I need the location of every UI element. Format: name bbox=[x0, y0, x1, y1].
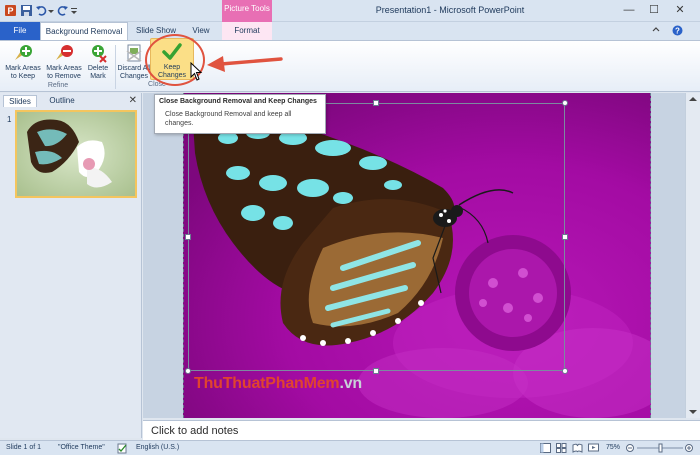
mark-areas-to-remove-button[interactable]: Mark Areas to Remove bbox=[44, 43, 84, 81]
help-icon[interactable]: ? bbox=[672, 25, 683, 36]
tab-file[interactable]: File bbox=[0, 22, 40, 40]
butterfly-picture[interactable] bbox=[183, 93, 651, 418]
ribbon-tab-row: File Background Removal Slide Show View … bbox=[0, 22, 700, 40]
watermark-part1: ThuThuat bbox=[194, 375, 266, 392]
resize-handle-top-center[interactable] bbox=[373, 100, 379, 106]
vertical-scrollbar[interactable] bbox=[685, 93, 700, 418]
delete-mark-icon bbox=[92, 45, 107, 63]
mark-keep-icon bbox=[15, 45, 32, 60]
mark-keep-label: Mark Areas to Keep bbox=[5, 65, 41, 80]
title-bar: P Picture Tools Presentation1 - Microsof… bbox=[0, 0, 700, 22]
status-bar: Slide 1 of 1 "Office Theme" English (U.S… bbox=[0, 440, 700, 455]
discard-changes-icon bbox=[126, 44, 142, 62]
tab-background-removal[interactable]: Background Removal bbox=[40, 22, 128, 40]
resize-handle-middle-right[interactable] bbox=[562, 234, 568, 240]
refine-group-label: Refine bbox=[47, 82, 69, 89]
tab-format[interactable]: Format bbox=[222, 22, 272, 40]
keep-changes-label: Keep Changes bbox=[157, 64, 187, 79]
keep-changes-button[interactable]: Keep Changes bbox=[152, 42, 192, 80]
tooltip-description: Close Background Removal and keep all ch… bbox=[165, 111, 292, 127]
resize-handle-bottom-left[interactable] bbox=[185, 368, 191, 374]
tooltip-title: Close Background Removal and Keep Change… bbox=[159, 98, 317, 105]
slide-edge-left bbox=[183, 93, 184, 418]
annotation-arrow-icon bbox=[207, 56, 283, 72]
resize-handle-bottom-right[interactable] bbox=[562, 368, 568, 374]
mark-remove-label: Mark Areas to Remove bbox=[46, 65, 82, 80]
group-separator bbox=[115, 45, 116, 89]
tab-outline[interactable]: Outline bbox=[42, 95, 82, 107]
minimize-ribbon-icon[interactable] bbox=[651, 25, 661, 35]
spell-check-icon[interactable] bbox=[117, 443, 128, 454]
resize-handle-bottom-center[interactable] bbox=[373, 368, 379, 374]
close-pane-button[interactable]: ✕ bbox=[129, 95, 137, 106]
ribbon: Mark Areas to Keep Mark Areas to Remove … bbox=[0, 40, 700, 92]
delete-mark-label: Delete Mark bbox=[87, 65, 109, 80]
delete-mark-button[interactable]: Delete Mark bbox=[85, 43, 111, 81]
language[interactable]: English (U.S.) bbox=[136, 444, 179, 451]
mark-remove-icon bbox=[56, 45, 73, 60]
watermark-part3: .vn bbox=[339, 375, 362, 392]
tab-slides[interactable]: Slides bbox=[3, 95, 37, 107]
keep-changes-tooltip: Close Background Removal and Keep Change… bbox=[154, 94, 326, 134]
svg-text:?: ? bbox=[675, 27, 680, 36]
checkmark-icon bbox=[162, 43, 182, 60]
maximize-button[interactable]: ☐ bbox=[646, 3, 662, 17]
slide-edge-right bbox=[650, 93, 651, 418]
zoom-level[interactable]: 75% bbox=[606, 444, 620, 451]
window-title: Presentation1 - Microsoft PowerPoint bbox=[375, 5, 525, 15]
slideshow-view-icon[interactable] bbox=[588, 443, 599, 453]
scroll-up-icon[interactable] bbox=[689, 95, 697, 103]
close-window-button[interactable]: ✕ bbox=[672, 3, 688, 17]
reading-view-icon[interactable] bbox=[572, 443, 583, 453]
slide-canvas[interactable] bbox=[183, 93, 651, 418]
slide-sorter-icon[interactable] bbox=[556, 443, 567, 453]
scroll-down-icon[interactable] bbox=[689, 408, 697, 416]
resize-handle-top-right[interactable] bbox=[562, 100, 568, 106]
normal-view-icon[interactable] bbox=[540, 443, 551, 453]
butterfly-thumbnail-image bbox=[17, 112, 135, 196]
slide-count: Slide 1 of 1 bbox=[6, 444, 42, 451]
watermark: ThuThuatPhanMem.vn bbox=[194, 375, 362, 393]
slides-pane: Slides Outline ✕ 1 bbox=[0, 93, 142, 438]
mouse-cursor-icon bbox=[190, 62, 203, 81]
slide-number: 1 bbox=[7, 115, 12, 124]
notes-pane[interactable]: Click to add notes bbox=[143, 420, 700, 440]
slide-thumbnail[interactable] bbox=[15, 110, 137, 198]
watermark-part2: PhanMem bbox=[265, 375, 340, 392]
minimize-button[interactable]: — bbox=[621, 3, 637, 17]
theme-name[interactable]: "Office Theme" bbox=[58, 444, 105, 451]
resize-handle-middle-left[interactable] bbox=[185, 234, 191, 240]
notes-placeholder: Click to add notes bbox=[151, 425, 239, 437]
zoom-slider[interactable] bbox=[626, 443, 696, 453]
mark-areas-to-keep-button[interactable]: Mark Areas to Keep bbox=[3, 43, 43, 81]
